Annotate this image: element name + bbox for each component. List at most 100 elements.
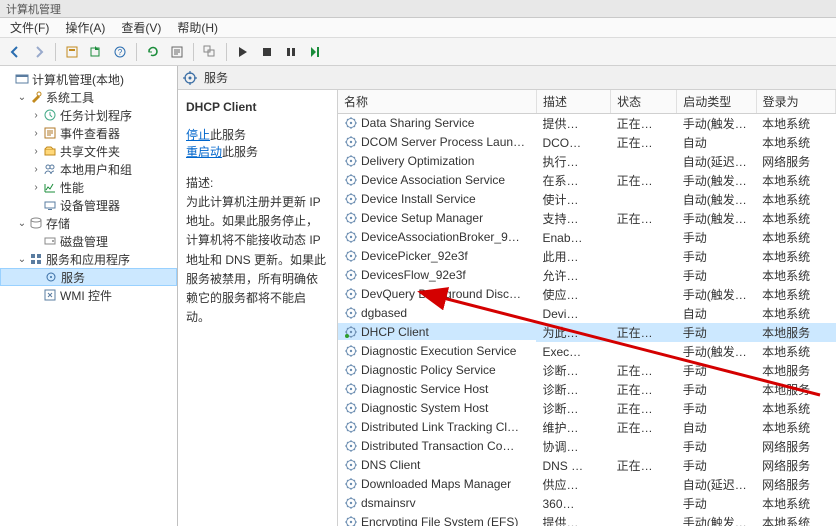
service-startup: 自动(触发… bbox=[677, 190, 756, 209]
service-row[interactable]: Diagnostic Policy Service诊断…正在…手动本地服务 bbox=[338, 361, 836, 380]
service-startup: 自动 bbox=[677, 304, 756, 323]
tree-system_tools[interactable]: ⌄系统工具 bbox=[0, 88, 177, 106]
service-status bbox=[611, 152, 677, 171]
tool-properties-button[interactable] bbox=[61, 41, 83, 63]
tree-event_viewer[interactable]: › 事件查看器 bbox=[0, 124, 177, 142]
restart-link[interactable]: 重启动 bbox=[186, 145, 222, 159]
gear-icon bbox=[182, 70, 198, 86]
service-startup: 手动 bbox=[677, 228, 756, 247]
service-startup: 手动 bbox=[677, 380, 756, 399]
service-desc: 提供… bbox=[536, 513, 610, 526]
tool-help-button[interactable]: ? bbox=[109, 41, 131, 63]
services-list[interactable]: 名称 描述 状态 启动类型 登录为 Data Sharing Service提供… bbox=[338, 90, 836, 526]
service-row[interactable]: Device Setup Manager支持…正在…手动(触发…本地系统 bbox=[338, 209, 836, 228]
service-row[interactable]: Distributed Transaction Co…协调…手动网络服务 bbox=[338, 437, 836, 456]
service-status bbox=[611, 513, 677, 526]
tree-services[interactable]: 服务 bbox=[0, 268, 177, 286]
tool-export-button[interactable] bbox=[85, 41, 107, 63]
service-row[interactable]: DCOM Server Process Laun…DCO…正在…自动本地系统 bbox=[338, 133, 836, 152]
service-row[interactable]: Data Sharing Service提供…正在…手动(触发…本地系统 bbox=[338, 114, 836, 134]
tool-props2-button[interactable] bbox=[166, 41, 188, 63]
service-gear-icon bbox=[344, 344, 358, 358]
col-logon[interactable]: 登录为 bbox=[756, 90, 835, 114]
service-startup: 自动(延迟… bbox=[677, 475, 756, 494]
service-row[interactable]: Encrypting File System (EFS)提供…手动(触发…本地系… bbox=[338, 513, 836, 526]
nav-forward-button[interactable] bbox=[28, 41, 50, 63]
expand-icon[interactable]: ⌄ bbox=[16, 218, 28, 229]
pane-title: 服务 bbox=[204, 69, 228, 86]
tree-label: 存储 bbox=[46, 215, 70, 232]
tree-shared_folders[interactable]: ›共享文件夹 bbox=[0, 142, 177, 160]
expand-icon[interactable]: ⌄ bbox=[16, 92, 28, 103]
expand-icon[interactable]: › bbox=[30, 146, 42, 157]
service-row[interactable]: DevQuery Background Disc…使应…手动(触发…本地系统 bbox=[338, 285, 836, 304]
service-logon: 本地系统 bbox=[756, 304, 835, 323]
service-row[interactable]: Diagnostic Execution ServiceExec…手动(触发…本… bbox=[338, 342, 836, 361]
service-startup: 自动(延迟… bbox=[677, 152, 756, 171]
service-row[interactable]: Device Install Service使计…自动(触发…本地系统 bbox=[338, 190, 836, 209]
stop-link[interactable]: 停止 bbox=[186, 128, 210, 142]
service-row[interactable]: Device Association Service在系…正在…手动(触发…本地… bbox=[338, 171, 836, 190]
tree-root[interactable]: 计算机管理(本地) bbox=[0, 70, 177, 88]
service-gear-icon bbox=[344, 116, 358, 130]
service-row[interactable]: DNS ClientDNS …正在…手动网络服务 bbox=[338, 456, 836, 475]
nav-back-button[interactable] bbox=[4, 41, 26, 63]
tree-wmi[interactable]: WMI 控件 bbox=[0, 286, 177, 304]
service-name: DHCP Client bbox=[361, 325, 429, 339]
tree-label: 本地用户和组 bbox=[60, 161, 132, 178]
service-row[interactable]: Diagnostic Service Host诊断…正在…手动本地服务 bbox=[338, 380, 836, 399]
service-row[interactable]: DevicesFlow_92e3f允许…手动本地系统 bbox=[338, 266, 836, 285]
service-row[interactable]: DHCP Client为此…正在…手动本地服务 bbox=[338, 323, 836, 342]
service-name: Data Sharing Service bbox=[361, 116, 474, 130]
tree-storage[interactable]: ⌄ 存储 bbox=[0, 214, 177, 232]
service-gear-icon bbox=[344, 439, 358, 453]
col-status[interactable]: 状态 bbox=[611, 90, 677, 114]
expand-icon[interactable]: › bbox=[30, 110, 42, 121]
menu-help[interactable]: 帮助(H) bbox=[171, 17, 224, 38]
col-name[interactable]: 名称 bbox=[338, 90, 536, 114]
svc-pause-button[interactable] bbox=[280, 41, 302, 63]
service-status bbox=[611, 266, 677, 285]
menu-action[interactable]: 操作(A) bbox=[59, 17, 111, 38]
service-row[interactable]: Diagnostic System Host诊断…正在…手动本地系统 bbox=[338, 399, 836, 418]
service-row[interactable]: dgbasedDevi…自动本地系统 bbox=[338, 304, 836, 323]
tree-disk_management[interactable]: 磁盘管理 bbox=[0, 232, 177, 250]
service-startup: 手动 bbox=[677, 266, 756, 285]
tree-services_apps[interactable]: ⌄服务和应用程序 bbox=[0, 250, 177, 268]
menu-view[interactable]: 查看(V) bbox=[115, 17, 167, 38]
col-desc[interactable]: 描述 bbox=[536, 90, 610, 114]
menu-file[interactable]: 文件(F) bbox=[4, 17, 55, 38]
service-row[interactable]: Downloaded Maps Manager供应…自动(延迟…网络服务 bbox=[338, 475, 836, 494]
svc-restart-button[interactable] bbox=[304, 41, 326, 63]
service-row[interactable]: DeviceAssociationBroker_9…Enab…手动本地系统 bbox=[338, 228, 836, 247]
service-desc: 使应… bbox=[536, 285, 610, 304]
tree-device_manager[interactable]: 设备管理器 bbox=[0, 196, 177, 214]
service-row[interactable]: Distributed Link Tracking Cl…维护…正在…自动本地系… bbox=[338, 418, 836, 437]
expand-icon[interactable]: › bbox=[30, 182, 42, 193]
tree-label: WMI 控件 bbox=[60, 287, 112, 304]
expand-icon[interactable]: › bbox=[30, 164, 42, 175]
service-row[interactable]: dsmainsrv360…手动本地系统 bbox=[338, 494, 836, 513]
expand-icon[interactable]: ⌄ bbox=[16, 254, 28, 265]
service-row[interactable]: Delivery Optimization执行…自动(延迟…网络服务 bbox=[338, 152, 836, 171]
tool-refresh-button[interactable] bbox=[142, 41, 164, 63]
service-logon: 网络服务 bbox=[756, 152, 835, 171]
service-name: Device Association Service bbox=[361, 173, 505, 187]
tree-performance[interactable]: ›性能 bbox=[0, 178, 177, 196]
service-startup: 手动(触发… bbox=[677, 513, 756, 526]
stor-icon bbox=[28, 215, 44, 231]
tree-label: 事件查看器 bbox=[60, 125, 120, 142]
svc-start-button[interactable] bbox=[232, 41, 254, 63]
service-logon: 本地系统 bbox=[756, 228, 835, 247]
expand-icon[interactable]: › bbox=[30, 128, 42, 139]
service-status: 正在… bbox=[611, 361, 677, 380]
tree-local_users[interactable]: › 本地用户和组 bbox=[0, 160, 177, 178]
service-row[interactable]: DevicePicker_92e3f此用…手动本地系统 bbox=[338, 247, 836, 266]
tree-task_scheduler[interactable]: ›任务计划程序 bbox=[0, 106, 177, 124]
tool-select-button[interactable] bbox=[199, 41, 221, 63]
col-startup[interactable]: 启动类型 bbox=[677, 90, 756, 114]
svc-stop-button[interactable] bbox=[256, 41, 278, 63]
service-logon: 本地服务 bbox=[756, 323, 835, 342]
service-gear-icon bbox=[344, 287, 358, 301]
window-title: 计算机管理 bbox=[6, 1, 61, 17]
